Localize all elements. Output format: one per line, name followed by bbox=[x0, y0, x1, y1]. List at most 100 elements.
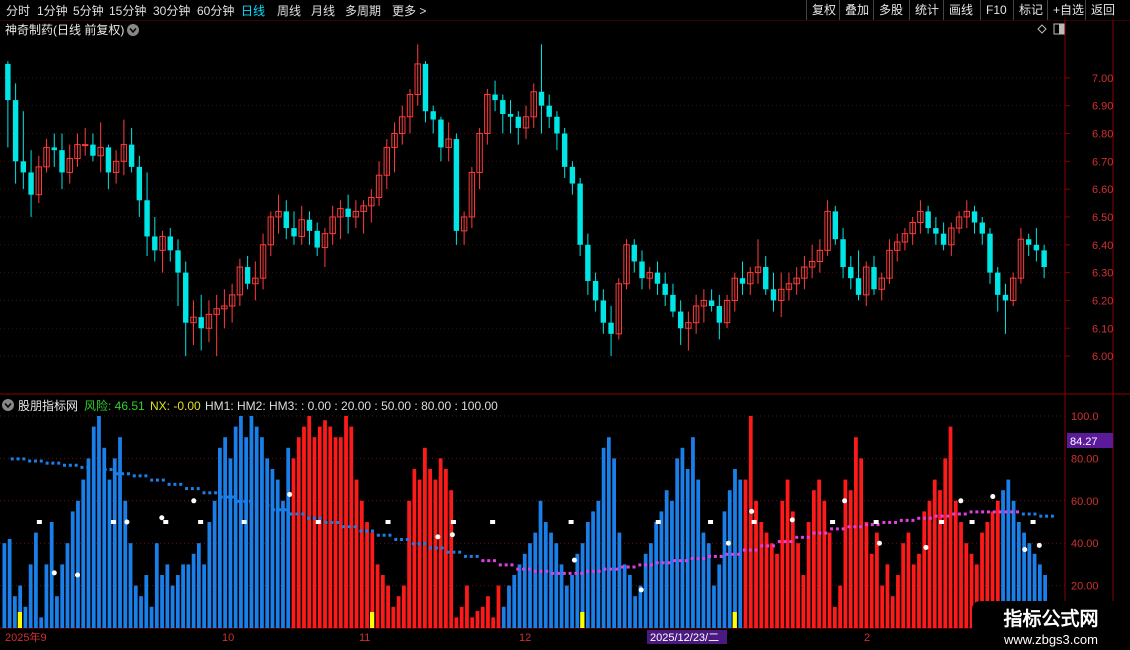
risk-bar bbox=[328, 426, 333, 628]
candle-body bbox=[515, 116, 521, 128]
ma-dot bbox=[260, 504, 264, 508]
risk-bar bbox=[880, 585, 885, 628]
x-label-nov: 11 bbox=[359, 632, 370, 644]
ma-dot bbox=[295, 512, 299, 516]
window-icon[interactable] bbox=[1053, 23, 1065, 35]
risk-bar bbox=[165, 564, 170, 628]
ma-dot bbox=[161, 478, 165, 482]
ma-dot-series bbox=[10, 457, 1054, 575]
ma-dot bbox=[167, 482, 171, 486]
risk-bar bbox=[291, 458, 296, 628]
risk-bar bbox=[486, 596, 490, 628]
candle-body bbox=[639, 261, 645, 279]
ma-dot bbox=[847, 525, 851, 529]
risk-bar bbox=[480, 606, 485, 628]
ma-dot bbox=[818, 531, 822, 535]
candle-body bbox=[492, 94, 498, 101]
ma-dot bbox=[940, 514, 944, 518]
candle-body bbox=[979, 222, 985, 234]
risk-bar bbox=[517, 564, 522, 628]
candle-body bbox=[28, 172, 34, 195]
risk-bar bbox=[622, 564, 627, 628]
cursor-date: 2025/12/23/二 bbox=[650, 632, 719, 644]
candle-body bbox=[59, 150, 65, 173]
risk-bar bbox=[822, 500, 827, 628]
ma-dot bbox=[1050, 514, 1054, 518]
signal-dot bbox=[191, 498, 197, 504]
ma-dot bbox=[673, 559, 677, 563]
ma-dot bbox=[475, 554, 479, 558]
risk-bar bbox=[911, 564, 916, 628]
ma-dot bbox=[748, 548, 752, 552]
ma-dot bbox=[10, 457, 14, 461]
risk-bar bbox=[901, 543, 906, 628]
indicator-collapse-icon[interactable] bbox=[2, 399, 14, 411]
ma-dot bbox=[655, 561, 659, 565]
risk-bar bbox=[13, 596, 17, 628]
ma-dot bbox=[63, 463, 67, 467]
risk-bar bbox=[496, 585, 501, 628]
ma-dot bbox=[92, 465, 96, 469]
risk-bar bbox=[260, 437, 264, 628]
risk-bar bbox=[149, 606, 154, 628]
ma-dot bbox=[522, 567, 526, 571]
risk-bar bbox=[775, 553, 779, 628]
risk-bar bbox=[154, 543, 159, 628]
signal-dot bbox=[124, 519, 130, 525]
candle-body bbox=[716, 306, 723, 323]
candle-body bbox=[167, 236, 173, 251]
ma-dot bbox=[405, 537, 409, 541]
signal-dot bbox=[638, 587, 644, 593]
signal-square bbox=[450, 520, 456, 524]
risk-bar bbox=[796, 543, 800, 628]
candle-body bbox=[152, 236, 158, 251]
ma-dot bbox=[678, 559, 682, 563]
candle-body bbox=[1002, 294, 1009, 301]
signal-square bbox=[969, 520, 975, 524]
ma-dot bbox=[586, 569, 590, 573]
risk-bar bbox=[649, 543, 653, 628]
risk-bar bbox=[412, 469, 417, 628]
ma-dot bbox=[894, 521, 898, 524]
risk-bar bbox=[717, 564, 722, 628]
stock-chart[interactable]: 7.00 6.90 6.80 6.70 6.60 6.50 6.40 6.30 6.20 6.10… bbox=[0, 0, 1130, 650]
risk-bar bbox=[601, 447, 606, 628]
risk-bar bbox=[917, 553, 921, 628]
indicator-tick-label: 40.00 bbox=[1071, 538, 1099, 550]
ma-dot bbox=[998, 510, 1002, 514]
risk-bar bbox=[317, 426, 322, 628]
candle-body bbox=[136, 166, 143, 201]
risk-bar bbox=[606, 437, 611, 628]
risk-bar bbox=[70, 511, 75, 628]
candle-body bbox=[507, 114, 514, 117]
risk-bar bbox=[890, 596, 895, 628]
risk-bar bbox=[270, 469, 275, 628]
risk-bar bbox=[401, 585, 406, 628]
ma-dot bbox=[126, 472, 130, 476]
ma-dot bbox=[568, 571, 572, 575]
signal-dot bbox=[1036, 542, 1042, 548]
risk-bar bbox=[832, 606, 837, 628]
risk-bar bbox=[827, 532, 832, 628]
ma-dot bbox=[150, 478, 154, 482]
ma-dot bbox=[824, 531, 828, 535]
ma-dot bbox=[196, 487, 200, 491]
ma-dot bbox=[539, 569, 543, 573]
ma-dot bbox=[992, 510, 996, 514]
candle-body bbox=[832, 211, 839, 240]
ma-dot bbox=[591, 569, 595, 573]
diamond-icon[interactable] bbox=[1037, 24, 1047, 34]
risk-bar bbox=[407, 500, 411, 628]
risk-bar bbox=[391, 606, 396, 628]
ma-dot bbox=[382, 533, 386, 537]
signal-dot bbox=[749, 508, 755, 514]
ma-dot bbox=[957, 512, 961, 516]
risk-bar bbox=[733, 469, 737, 628]
ma-dot bbox=[649, 563, 653, 567]
risk-bar bbox=[875, 532, 879, 628]
risk-bar bbox=[817, 479, 821, 628]
ma-dot bbox=[219, 495, 223, 499]
ma-dot bbox=[981, 510, 985, 514]
candle-body bbox=[631, 244, 637, 262]
title-dropdown-icon[interactable] bbox=[127, 24, 139, 36]
